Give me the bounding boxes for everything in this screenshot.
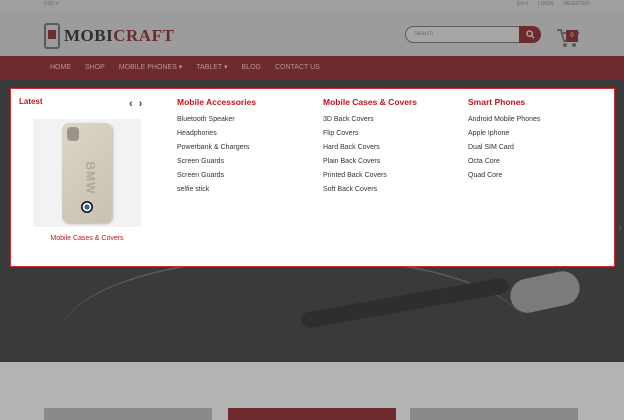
menu-link[interactable]: Printed Back Covers — [323, 169, 417, 183]
top-bar: USD ▾ EN ▾ LOGIN REGISTER — [0, 0, 624, 10]
currency-selector[interactable]: USD ▾ — [44, 1, 58, 7]
menu-link[interactable]: Soft Back Covers — [323, 183, 417, 197]
logo-text-first: MOBI — [64, 26, 114, 45]
logo-text-second: CRAFT — [113, 26, 175, 45]
logo-text: MOBICRAFT — [64, 26, 174, 46]
camera-cutout — [67, 127, 79, 141]
menu-link[interactable]: Screen Guards — [177, 169, 256, 183]
search-input[interactable]: Search — [414, 31, 433, 37]
column-heading[interactable]: Mobile Accessories — [177, 97, 256, 107]
column-heading[interactable]: Mobile Cases & Covers — [323, 97, 417, 107]
chevron-left-icon[interactable]: ‹ — [129, 99, 133, 110]
menu-link[interactable]: Hard Back Covers — [323, 141, 417, 155]
menu-link[interactable]: Powerbank & Chargers — [177, 141, 256, 155]
hero-earbud-image — [507, 268, 583, 316]
slider-next-icon[interactable]: › — [619, 222, 622, 233]
nav-item-home[interactable]: HOME — [44, 56, 78, 80]
menu-link[interactable]: Flip Covers — [323, 127, 417, 141]
bmw-logo-icon — [81, 201, 93, 213]
menu-link[interactable]: Dual SIM Card — [468, 141, 540, 155]
menu-link[interactable]: selfie stick — [177, 183, 256, 197]
register-link[interactable]: REGISTER — [563, 1, 589, 7]
nav-item-tablet[interactable]: TABLET ▾ — [189, 56, 234, 80]
column-heading[interactable]: Smart Phones — [468, 97, 540, 107]
menu-link[interactable]: Quad Core — [468, 169, 540, 183]
menu-link[interactable]: Screen Guards — [177, 155, 256, 169]
language-selector[interactable]: EN ▾ — [517, 1, 528, 7]
search-bar[interactable]: Search — [405, 26, 541, 43]
site-header: MOBICRAFT Search 0 — [0, 10, 624, 56]
menu-column-smart-phones: Smart Phones Android Mobile Phones Apple… — [468, 97, 540, 183]
latest-product-caption[interactable]: Mobile Cases & Covers — [33, 235, 141, 242]
nav-item-mobile-phones[interactable]: MOBILE PHONES ▾ — [112, 56, 189, 80]
hero-decoration — [60, 256, 530, 362]
promo-card[interactable] — [44, 408, 212, 420]
main-nav: HOME SHOP MOBILE PHONES ▾ TABLET ▾ BLOG … — [0, 56, 624, 80]
latest-carousel-arrows: ‹ › — [129, 99, 143, 110]
menu-column-mobile-accessories: Mobile Accessories Bluetooth Speaker Hea… — [177, 97, 256, 197]
below-fold — [0, 362, 624, 420]
search-icon — [525, 30, 535, 39]
search-button[interactable] — [519, 26, 541, 43]
chevron-right-icon[interactable]: › — [139, 99, 143, 110]
nav-item-contact-us[interactable]: CONTACT US — [268, 56, 327, 80]
case-emboss: BMW — [83, 161, 98, 195]
menu-link[interactable]: Headphones — [177, 127, 256, 141]
menu-link[interactable]: Plain Back Covers — [323, 155, 417, 169]
cart-count-badge: 0 — [566, 30, 578, 42]
menu-link[interactable]: Android Mobile Phones — [468, 113, 540, 127]
top-links: EN ▾ LOGIN REGISTER — [517, 1, 589, 7]
phone-logo-icon — [44, 23, 60, 49]
nav-item-blog[interactable]: BLOG — [235, 56, 268, 80]
promo-card[interactable] — [228, 408, 396, 420]
phone-case-image: BMW — [62, 123, 112, 223]
menu-link[interactable]: Apple Iphone — [468, 127, 540, 141]
menu-link[interactable]: 3D Back Covers — [323, 113, 417, 127]
promo-card[interactable] — [410, 408, 578, 420]
latest-product-image[interactable]: BMW — [33, 119, 141, 227]
menu-link[interactable]: Octa Core — [468, 155, 540, 169]
site-logo[interactable]: MOBICRAFT — [44, 23, 174, 49]
mega-menu: Latest ‹ › BMW Mobile Cases & Covers Mob… — [10, 88, 615, 267]
login-link[interactable]: LOGIN — [538, 1, 554, 7]
nav-item-shop[interactable]: SHOP — [78, 56, 112, 80]
menu-column-mobile-cases-covers: Mobile Cases & Covers 3D Back Covers Fli… — [323, 97, 417, 197]
menu-link[interactable]: Bluetooth Speaker — [177, 113, 256, 127]
latest-heading: Latest — [19, 97, 43, 106]
